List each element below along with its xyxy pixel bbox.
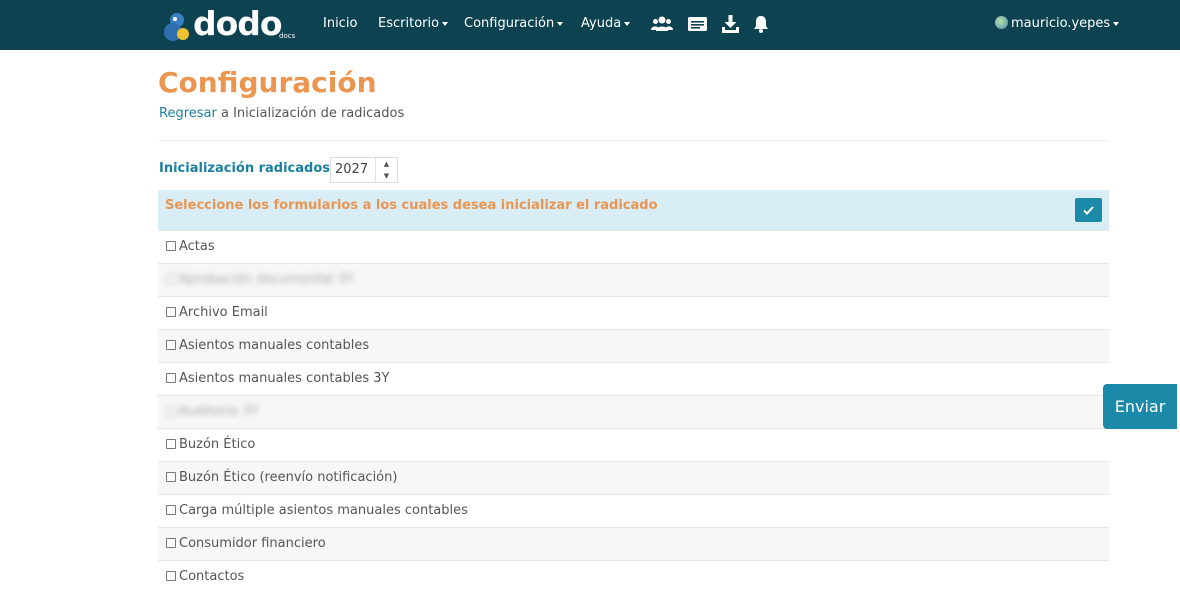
form-row[interactable]: Buzón Ético (reenvío notificación) [158, 461, 1109, 494]
nav-configuracion[interactable]: Configuración [464, 16, 564, 31]
year-number-input[interactable]: 2027 ▲ ▼ [330, 157, 398, 183]
spin-down-icon[interactable]: ▼ [376, 170, 397, 182]
form-row[interactable]: Asientos manuales contables 3Y [158, 362, 1109, 395]
form-row[interactable]: Asientos manuales contables [158, 329, 1109, 362]
form-row[interactable]: Buzón Ético [158, 428, 1109, 461]
caret-down-icon [1113, 21, 1120, 26]
form-checkbox[interactable] [166, 373, 176, 383]
user-menu[interactable]: mauricio.yepes [995, 16, 1120, 31]
form-label: Contactos [179, 569, 245, 584]
dodo-logo[interactable]: dodo docs [163, 4, 303, 44]
form-label: Asientos manuales contables 3Y [179, 371, 390, 386]
form-checkbox[interactable] [166, 340, 176, 350]
form-label: Aprobación documental 3Y [179, 272, 354, 287]
form-label: Asientos manuales contables [179, 338, 370, 353]
form-checkbox[interactable] [166, 505, 176, 515]
form-checkbox[interactable] [166, 472, 176, 482]
bell-icon[interactable] [753, 14, 769, 34]
form-row[interactable]: Consumidor financiero [158, 527, 1109, 560]
select-all-button[interactable] [1075, 198, 1102, 222]
spin-up-icon[interactable]: ▲ [376, 158, 397, 170]
nav-inicio[interactable]: Inicio [323, 16, 357, 31]
top-navbar: dodo docs Inicio Escritorio Configuració… [0, 0, 1180, 50]
breadcrumb-text: a Inicialización de radicados [216, 106, 405, 121]
breadcrumb: Regresar a Inicialización de radicados [159, 106, 404, 121]
form-row[interactable]: Archivo Email [158, 296, 1109, 329]
divider [158, 140, 1109, 141]
caret-down-icon [442, 21, 449, 26]
form-label: Carga múltiple asientos manuales contabl… [179, 503, 468, 518]
download-icon[interactable] [722, 14, 739, 34]
form-row[interactable]: Carga múltiple asientos manuales contabl… [158, 494, 1109, 527]
username: mauricio.yepes [1011, 16, 1111, 31]
form-checkbox[interactable] [166, 406, 176, 416]
bird-logo-icon [164, 13, 189, 41]
check-icon [1083, 206, 1094, 215]
form-row[interactable]: Contactos [158, 560, 1109, 593]
form-checkbox[interactable] [166, 538, 176, 548]
nav-escritorio[interactable]: Escritorio [378, 16, 449, 31]
year-value: 2027 [335, 162, 369, 177]
form-checkbox[interactable] [166, 571, 176, 581]
year-spinner[interactable]: ▲ ▼ [375, 158, 397, 182]
panel-heading-text: Seleccione los formularios a los cuales … [165, 198, 658, 213]
id-card-icon[interactable] [688, 14, 707, 34]
logo-subtext: docs [279, 32, 296, 40]
avatar-icon [995, 16, 1008, 29]
form-checkbox[interactable] [166, 241, 176, 251]
forms-panel-heading: Seleccione los formularios a los cuales … [158, 190, 1109, 230]
page-title: Configuración [158, 66, 377, 99]
caret-down-icon [557, 21, 564, 26]
logo-text: dodo [193, 4, 283, 43]
form-row[interactable]: Aprobación documental 3Y [158, 263, 1109, 296]
form-label: Buzón Ético (reenvío notificación) [179, 470, 398, 485]
form-row[interactable]: Auditoría 3Y [158, 395, 1109, 428]
back-link[interactable]: Regresar [159, 106, 217, 121]
form-label: Archivo Email [179, 305, 268, 320]
form-label: Actas [179, 239, 215, 254]
caret-down-icon [624, 21, 631, 26]
users-icon[interactable] [651, 14, 673, 34]
submit-button[interactable]: Enviar [1103, 384, 1177, 429]
form-label: Auditoría 3Y [179, 404, 259, 419]
form-label: Buzón Ético [179, 437, 256, 452]
nav-ayuda[interactable]: Ayuda [581, 16, 631, 31]
form-label: Consumidor financiero [179, 536, 326, 551]
form-checkbox[interactable] [166, 307, 176, 317]
form-checkbox[interactable] [166, 439, 176, 449]
form-row[interactable]: Actas [158, 230, 1109, 263]
form-checkbox[interactable] [166, 274, 176, 284]
